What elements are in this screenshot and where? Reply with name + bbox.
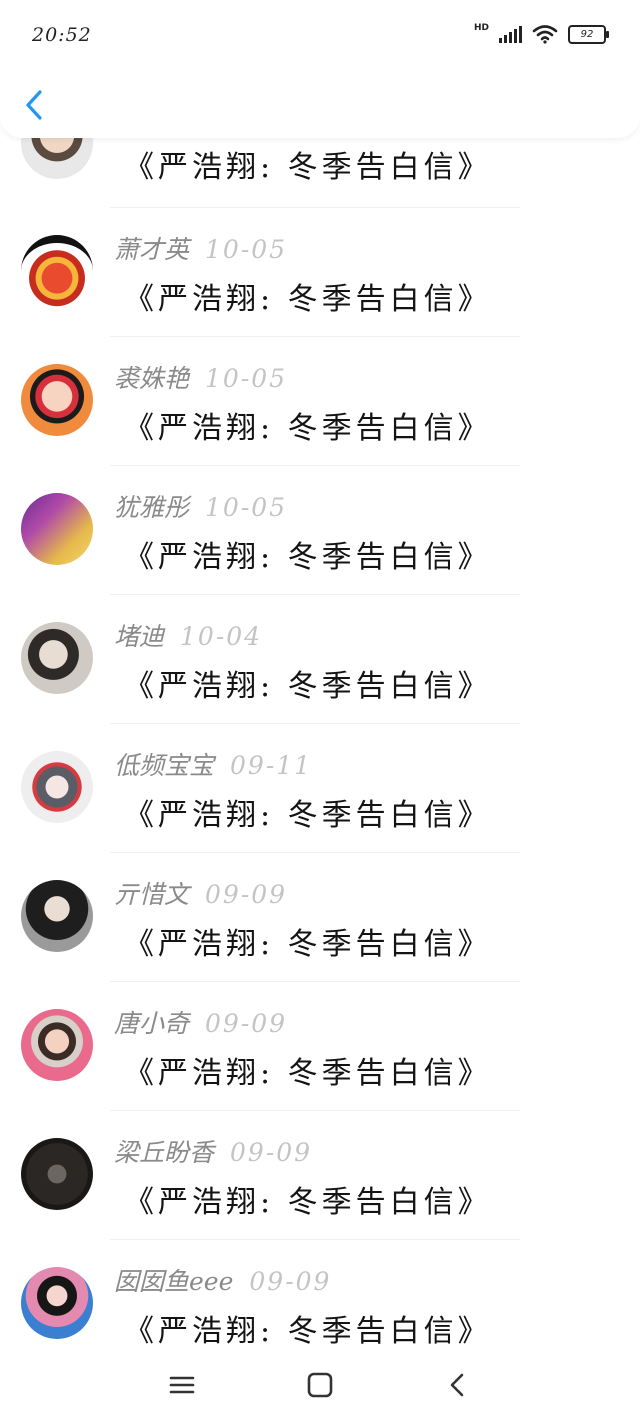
- user-name[interactable]: 低频宝宝: [114, 751, 214, 780]
- user-name[interactable]: 唐小奇: [114, 1009, 189, 1038]
- avatar[interactable]: [21, 1009, 93, 1081]
- list-item[interactable]: 梁丘盼香 09-09 《严浩翔: 冬季告白信》: [0, 1111, 640, 1240]
- comment-date: 09-09: [249, 1267, 332, 1296]
- comment-text: 《严浩翔: 冬季告白信》: [124, 927, 492, 962]
- list-item[interactable]: 裘姝艳 10-05 《严浩翔: 冬季告白信》: [0, 337, 640, 466]
- list-item[interactable]: 亓惜文 09-09 《严浩翔: 冬季告白信》: [0, 853, 640, 982]
- user-name[interactable]: 囡囡鱼eee: [114, 1267, 233, 1296]
- list-item[interactable]: 犹雅彤 10-05 《严浩翔: 冬季告白信》: [0, 466, 640, 595]
- comment-meta: 梁丘盼香 09-09: [114, 1133, 312, 1169]
- comment-meta: 犹雅彤 10-05: [114, 488, 287, 524]
- comment-text: 《严浩翔: 冬季告白信》: [124, 282, 492, 317]
- comment-date: 09-09: [205, 1009, 288, 1038]
- avatar[interactable]: [21, 1138, 93, 1210]
- user-name[interactable]: 堵迪: [114, 622, 164, 651]
- avatar[interactable]: [21, 622, 93, 694]
- comment-date: 09-11: [230, 751, 313, 780]
- user-name[interactable]: 犹雅彤: [114, 493, 189, 522]
- comment-text: 《严浩翔: 冬季告白信》: [124, 540, 492, 575]
- chevron-left-icon: [26, 90, 42, 120]
- list-item[interactable]: 萧才英 10-05 《严浩翔: 冬季告白信》: [0, 208, 640, 337]
- avatar[interactable]: [21, 364, 93, 436]
- network-type: HD: [473, 23, 489, 33]
- menu-button[interactable]: [164, 1370, 200, 1402]
- wifi-icon: [532, 25, 558, 44]
- comment-date: 10-05: [205, 364, 288, 393]
- avatar[interactable]: [21, 751, 93, 823]
- comment-text: 《严浩翔: 冬季告白信》: [124, 798, 492, 833]
- comment-meta: 亓惜文 09-09: [114, 875, 287, 911]
- avatar[interactable]: [21, 493, 93, 565]
- comment-text: 《严浩翔: 冬季告白信》: [124, 1314, 492, 1349]
- status-icons: HD 92: [473, 23, 609, 44]
- user-name[interactable]: 梁丘盼香: [114, 1138, 214, 1167]
- comment-date: 09-09: [205, 880, 288, 909]
- status-time: 20:52: [32, 24, 92, 46]
- menu-icon: [169, 1376, 195, 1394]
- comment-text: 《严浩翔: 冬季告白信》: [124, 669, 492, 704]
- comment-meta: 低频宝宝 09-11: [114, 746, 312, 782]
- comment-meta: 萧才英 10-05: [114, 230, 287, 266]
- comment-meta: 囡囡鱼eee 09-09: [114, 1262, 331, 1298]
- comment-text: 《严浩翔: 冬季告白信》: [124, 1185, 492, 1220]
- avatar[interactable]: [21, 1267, 93, 1339]
- list-item[interactable]: 堵迪 10-04 《严浩翔: 冬季告白信》: [0, 595, 640, 724]
- nav-back-button[interactable]: [440, 1370, 476, 1402]
- avatar[interactable]: [21, 235, 93, 307]
- battery-icon: 92: [568, 24, 609, 44]
- comment-date: 10-04: [180, 622, 263, 651]
- list-item[interactable]: 低频宝宝 09-11 《严浩翔: 冬季告白信》: [0, 724, 640, 853]
- list-item[interactable]: 唐小奇 09-09 《严浩翔: 冬季告白信》: [0, 982, 640, 1111]
- home-button[interactable]: [302, 1370, 338, 1402]
- comment-text: 《严浩翔: 冬季告白信》: [124, 411, 492, 446]
- comment-meta: 唐小奇 09-09: [114, 1004, 287, 1040]
- back-icon: [450, 1373, 464, 1397]
- system-nav-bar: [0, 1350, 640, 1423]
- comment-text: 《严浩翔: 冬季告白信》: [124, 1056, 492, 1091]
- comment-date: 10-05: [205, 235, 288, 264]
- comment-meta: 裘姝艳 10-05: [114, 359, 287, 395]
- home-icon: [307, 1372, 333, 1398]
- battery-level: 92: [580, 28, 594, 40]
- back-button[interactable]: [22, 88, 48, 122]
- user-name[interactable]: 萧才英: [114, 235, 189, 264]
- avatar[interactable]: [21, 880, 93, 952]
- comment-date: 09-09: [230, 1138, 313, 1167]
- comment-text: 《严浩翔: 冬季告白信》: [124, 150, 492, 185]
- comment-meta: 堵迪 10-04: [114, 617, 262, 653]
- user-name[interactable]: 裘姝艳: [114, 364, 189, 393]
- user-name[interactable]: 亓惜文: [114, 880, 189, 909]
- header-card: 20:52 HD 92: [0, 0, 640, 138]
- comment-date: 10-05: [205, 493, 288, 522]
- signal-icon: [499, 25, 522, 43]
